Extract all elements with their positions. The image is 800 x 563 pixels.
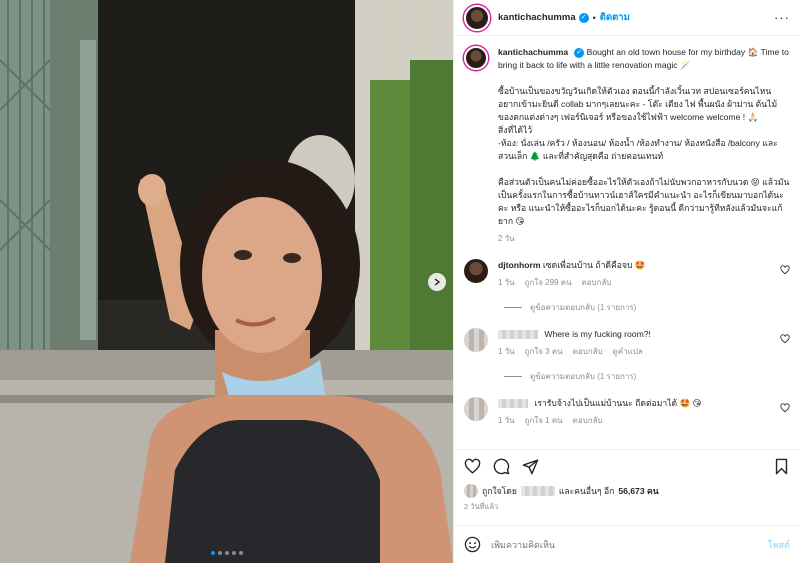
selfie-photo — [0, 0, 453, 563]
commenter-avatar[interactable] — [464, 328, 488, 352]
chevron-right-icon — [434, 278, 441, 286]
carousel-dot — [238, 551, 243, 555]
reply-button[interactable]: ตอบกลับ — [573, 415, 603, 427]
view-replies-button[interactable]: ดูข้อความตอบกลับ (1 รายการ) — [504, 370, 790, 383]
liker-avatar — [464, 484, 478, 498]
post-comment-button[interactable]: โพสต์ — [768, 538, 790, 552]
post-photo[interactable] — [0, 0, 453, 563]
reply-button[interactable]: ตอบกลับ — [582, 277, 612, 289]
like-comment-heart-icon[interactable] — [780, 265, 790, 275]
comment: Where is my fucking room?! 1 วัน ถูกใจ 3… — [464, 328, 790, 358]
carousel-dot — [224, 551, 229, 555]
likes-summary[interactable]: ถูกใจโดย และคนอื่นๆ อีก 56,673 คน — [454, 483, 800, 499]
caption-avatar[interactable] — [464, 46, 488, 70]
comment-username-redacted[interactable] — [498, 330, 538, 340]
caption-paragraph: คือส่วนตัวเป็นคนไม่ค่อยซื้ออะไรให้ตัวเอง… — [498, 177, 790, 226]
separator-dot: • — [592, 12, 596, 23]
add-comment-bar: โพสต์ — [454, 525, 800, 563]
reply-button[interactable]: ตอบกลับ — [573, 346, 603, 358]
comment-text: Where is my fucking room?! — [544, 329, 651, 339]
next-photo-button[interactable] — [428, 273, 446, 291]
verified-badge-icon: ✓ — [578, 12, 589, 23]
view-replies-button[interactable]: ดูข้อความตอบกลับ (1 รายการ) — [504, 301, 790, 314]
caption-paragraph: ซื้อบ้านเป็นของขวัญวันเกิดให้ตัวเอง ตอนน… — [498, 86, 778, 122]
liked-by-label: ถูกใจโดย — [482, 486, 517, 496]
comment-input[interactable] — [491, 539, 758, 550]
like-comment-heart-icon[interactable] — [780, 334, 790, 344]
like-heart-icon[interactable] — [464, 458, 481, 475]
carousel-dot — [217, 551, 222, 555]
caption-username[interactable]: kantichachumma — [498, 47, 568, 57]
verified-badge-icon: ✓ — [574, 47, 585, 58]
caption-time: 2 วัน — [498, 234, 515, 243]
comment-likes[interactable]: ถูกใจ 299 คน — [525, 277, 572, 289]
comment-text: เซดเพื่อนบ้าน ถ้าดีคือจบ 🤩 — [542, 260, 646, 270]
comment-username[interactable]: djtonhorm — [498, 260, 540, 270]
liker-name-redacted[interactable] — [520, 486, 555, 496]
translate-button[interactable]: ดูคำแปล — [613, 346, 643, 358]
commenter-avatar[interactable] — [464, 397, 488, 421]
commenter-avatar[interactable] — [464, 259, 488, 283]
carousel-dot — [210, 551, 215, 555]
caption-paragraph: สิ่งที่ได้ไว้ -ห้อง: นั่งเล่น /ครัว / ห้… — [498, 125, 778, 161]
liked-by-others-label: และคนอื่นๆ อีก — [558, 486, 615, 496]
comment-likes[interactable]: ถูกใจ 1 คน — [525, 415, 563, 427]
posted-time: 2 วันที่แล้ว — [464, 502, 499, 511]
more-options-icon[interactable]: ··· — [774, 10, 790, 25]
caption: kantichachumma ✓ Bought an old town house… — [464, 46, 790, 245]
comments-area[interactable]: kantichachumma ✓ Bought an old town house… — [454, 36, 800, 449]
like-comment-heart-icon[interactable] — [780, 403, 790, 413]
post-panel: kantichachumma ✓ • ติดตาม ··· kantichach… — [453, 0, 800, 563]
comment-time: 1 วัน — [498, 416, 515, 425]
comment: เรารับจ้างไปเป็นแม่บ้านนะ ถีดต่อมาได้ 🤩 … — [464, 397, 790, 427]
view-replies-label: ดูข้อความตอบกลับ (1 รายการ) — [530, 372, 637, 381]
carousel-dot — [231, 551, 236, 555]
comment-bubble-icon[interactable] — [493, 458, 510, 475]
likes-count[interactable]: 56,673 คน — [618, 484, 658, 498]
emoji-icon[interactable] — [464, 536, 481, 553]
comment-text: เรารับจ้างไปเป็นแม่บ้านนะ ถีดต่อมาได้ 🤩 … — [534, 398, 702, 408]
bookmark-icon[interactable] — [773, 458, 790, 475]
carousel-dots — [0, 551, 453, 555]
comment-username-redacted[interactable] — [498, 399, 528, 409]
comment-time: 1 วัน — [498, 278, 515, 287]
comment: djtonhorm เซดเพื่อนบ้าน ถ้าดีคือจบ 🤩 1 ว… — [464, 259, 790, 289]
view-replies-label: ดูข้อความตอบกลับ (1 รายการ) — [530, 303, 637, 312]
action-bar — [454, 449, 800, 483]
follow-button[interactable]: ติดตาม — [600, 10, 630, 25]
author-username[interactable]: kantichachumma — [498, 12, 576, 23]
author-avatar[interactable] — [464, 4, 490, 31]
comment-likes[interactable]: ถูกใจ 3 คน — [525, 346, 563, 358]
post-header: kantichachumma ✓ • ติดตาม ··· — [454, 0, 800, 36]
share-paper-plane-icon[interactable] — [522, 458, 539, 475]
comment-time: 1 วัน — [498, 347, 515, 356]
